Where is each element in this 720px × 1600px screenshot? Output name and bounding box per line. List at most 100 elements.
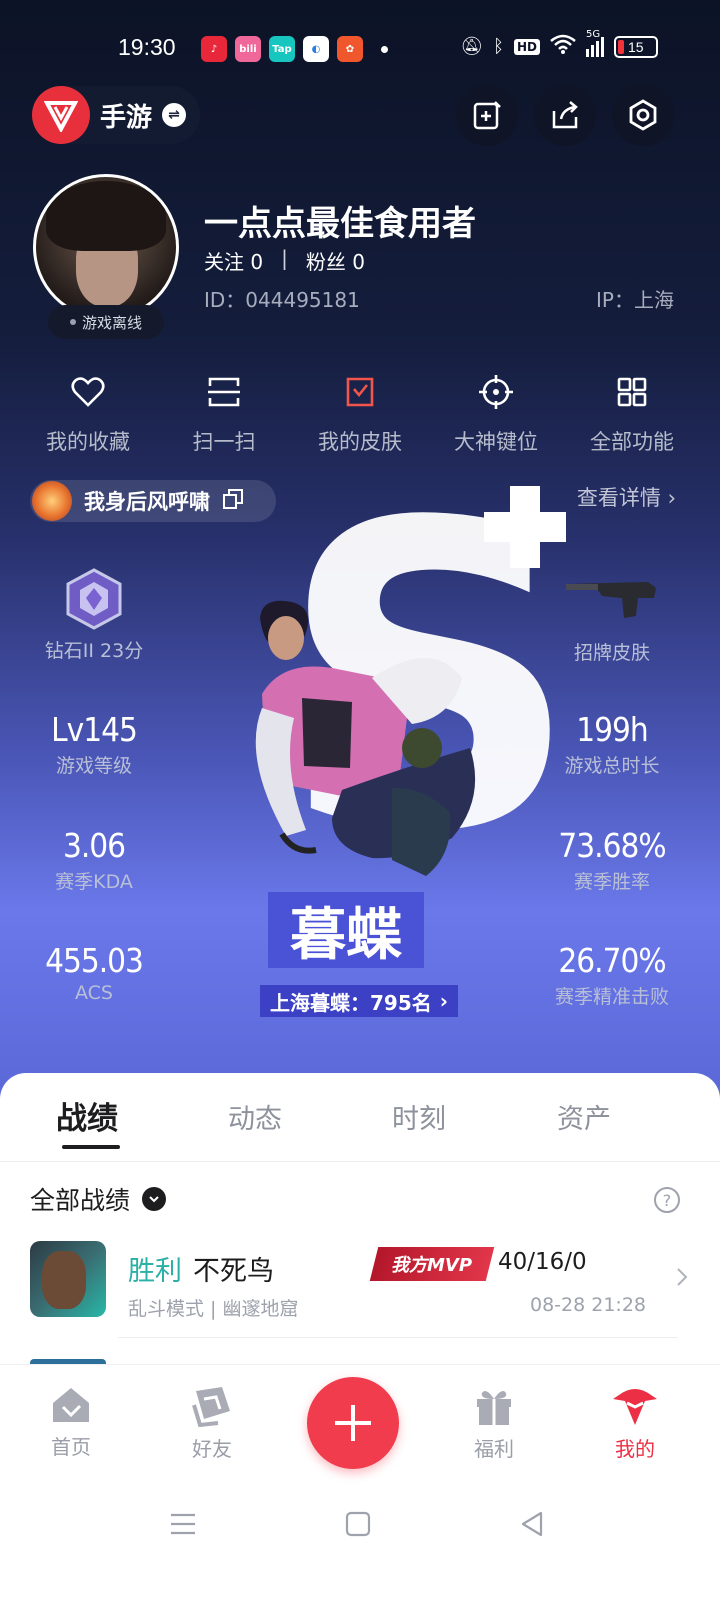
avatar[interactable] <box>33 174 179 320</box>
follow-separator: | <box>281 246 288 270</box>
game-logo-icon <box>32 86 90 144</box>
tab-feed[interactable]: 动态 <box>228 1097 282 1136</box>
nav-benefits[interactable]: 福利 <box>444 1385 544 1462</box>
skin-icon <box>340 372 380 412</box>
precision-value: 26.70% <box>558 941 666 980</box>
chevron-right-icon <box>676 1267 688 1291</box>
home-square-icon[interactable] <box>345 1511 371 1537</box>
shortcut-label: 我的收藏 <box>46 430 130 454</box>
offline-dot-icon <box>69 319 76 325</box>
battery-icon: 15 <box>614 35 658 58</box>
game-app-icon: ✿ <box>337 36 363 62</box>
followers-count[interactable]: 粉丝 0 <box>306 246 365 275</box>
status-time: 19:30 <box>118 34 176 60</box>
chevron-right-icon: › <box>667 486 676 510</box>
following-count[interactable]: 关注 0 <box>204 246 263 275</box>
shortcut-scan[interactable]: 扫一扫 <box>156 372 292 456</box>
mute-icon: 🔕︎ <box>460 36 484 57</box>
more-notifications-icon <box>381 45 388 53</box>
nickname: 一点点最佳食用者 <box>204 204 476 244</box>
tab-moments[interactable]: 时刻 <box>392 1097 446 1136</box>
stat-acs: 455.03 ACS <box>4 941 184 1004</box>
level-value: Lv145 <box>51 710 138 749</box>
edit-card-icon <box>473 101 501 130</box>
records-filter[interactable]: 全部战绩 <box>30 1181 167 1217</box>
nav-label: 福利 <box>474 1437 514 1461</box>
profile-hero: 19:30 ♪ bili Tap ◐ ✿ 🔕︎ ᛒ HD 5G 15 手游 ⇌ … <box>0 0 720 1110</box>
winrate-value: 73.68% <box>558 826 666 865</box>
diamond-rank-icon <box>66 568 122 630</box>
game-switcher[interactable]: 手游 ⇌ <box>32 86 200 144</box>
create-post-button[interactable] <box>307 1377 399 1469</box>
records-filter-label: 全部战绩 <box>30 1186 131 1215</box>
profile-icon <box>613 1389 657 1425</box>
notification-icons: ♪ bili Tap ◐ ✿ <box>201 36 388 62</box>
team-name: 我身后风呼啸 <box>84 490 210 514</box>
playtime-value: 199h <box>576 710 648 749</box>
match-kda: 40/16/0 <box>498 1249 587 1275</box>
stat-kda: 3.06 赛季KDA <box>4 826 184 894</box>
ip-location: IP：上海 <box>596 288 674 312</box>
character-art <box>255 600 476 876</box>
match-row[interactable]: 胜利 不死鸟 我方MVP 40/16/0 乱斗模式 | 幽邃地窟 08-28 2… <box>0 1239 720 1339</box>
crosshair-icon <box>476 372 516 412</box>
menu-icon[interactable] <box>170 1512 196 1536</box>
character-ranking-link[interactable]: 上海暮蝶：795名 › <box>260 985 458 1017</box>
music-app-icon: ♪ <box>201 36 227 62</box>
shortcut-label: 全部功能 <box>590 430 674 454</box>
plus-icon <box>335 1405 371 1441</box>
nav-home[interactable]: 首页 <box>21 1385 121 1460</box>
back-icon[interactable] <box>519 1510 545 1538</box>
tab-bar: 战绩 动态 时刻 资产 <box>0 1073 720 1161</box>
view-details-label: 查看详情 <box>576 486 661 510</box>
grid-icon <box>612 372 652 412</box>
stat-playtime: 199h 游戏总时长 <box>522 710 702 778</box>
playtime-label: 游戏总时长 <box>564 755 660 777</box>
nav-label: 好友 <box>192 1437 232 1461</box>
winrate-label: 赛季胜率 <box>573 871 650 893</box>
settings-hexagon-icon <box>629 99 657 131</box>
taptap-app-icon: Tap <box>269 36 295 62</box>
share-button[interactable] <box>534 84 596 146</box>
tab-records[interactable]: 战绩 <box>56 1093 118 1138</box>
match-agent: 不死鸟 <box>193 1256 274 1287</box>
stat-winrate: 73.68% 赛季胜率 <box>522 826 702 894</box>
acs-value: 455.03 <box>45 941 144 980</box>
battery-level: 15 <box>628 38 644 55</box>
match-mode: 乱斗模式 | 幽邃地窟 <box>128 1298 299 1320</box>
signal-icon: 5G <box>586 29 604 57</box>
system-nav-bar <box>0 1484 720 1600</box>
system-icons: 🔕︎ ᛒ HD 5G 15 <box>460 29 658 59</box>
mvp-badge-text: 我方MVP <box>391 1255 473 1276</box>
help-icon[interactable]: ? <box>654 1187 680 1213</box>
nav-friends[interactable]: 好友 <box>162 1385 262 1462</box>
rank-label: 钻石II 23分 <box>44 640 144 662</box>
pistol-skin-icon <box>566 582 656 618</box>
share-icon <box>552 101 578 129</box>
grade-plus-icon <box>484 486 566 568</box>
copy-icon[interactable] <box>222 488 244 514</box>
stat-precision: 26.70% 赛季精准击败 <box>522 941 702 1009</box>
shortcut-all-features[interactable]: 全部功能 <box>564 372 700 456</box>
team-chip[interactable]: 我身后风呼啸 <box>30 480 276 522</box>
view-details-link[interactable]: 查看详情 › <box>577 482 676 512</box>
bluetooth-icon: ᛒ <box>493 36 504 57</box>
signature-skin-label: 招牌皮肤 <box>573 642 650 664</box>
online-status-badge: 游戏离线 <box>48 305 164 339</box>
browser-app-icon: ◐ <box>303 36 329 62</box>
stat-rank[interactable]: 钻石II 23分 <box>4 568 184 663</box>
shortcut-favorites[interactable]: 我的收藏 <box>20 372 156 456</box>
nav-profile[interactable]: 我的 <box>585 1385 685 1462</box>
chevron-down-icon <box>142 1187 167 1211</box>
edit-card-button[interactable] <box>456 84 518 146</box>
shortcut-label: 扫一扫 <box>192 430 256 454</box>
stat-signature-skin[interactable]: 招牌皮肤 <box>522 576 702 665</box>
network-type: 5G <box>586 28 601 40</box>
nav-label: 首页 <box>51 1435 91 1459</box>
kda-value: 3.06 <box>62 826 126 865</box>
friends-icon <box>192 1387 230 1427</box>
tab-active-indicator <box>62 1145 120 1149</box>
tab-assets[interactable]: 资产 <box>557 1097 611 1136</box>
settings-button[interactable] <box>612 84 674 146</box>
divider <box>0 1161 720 1162</box>
